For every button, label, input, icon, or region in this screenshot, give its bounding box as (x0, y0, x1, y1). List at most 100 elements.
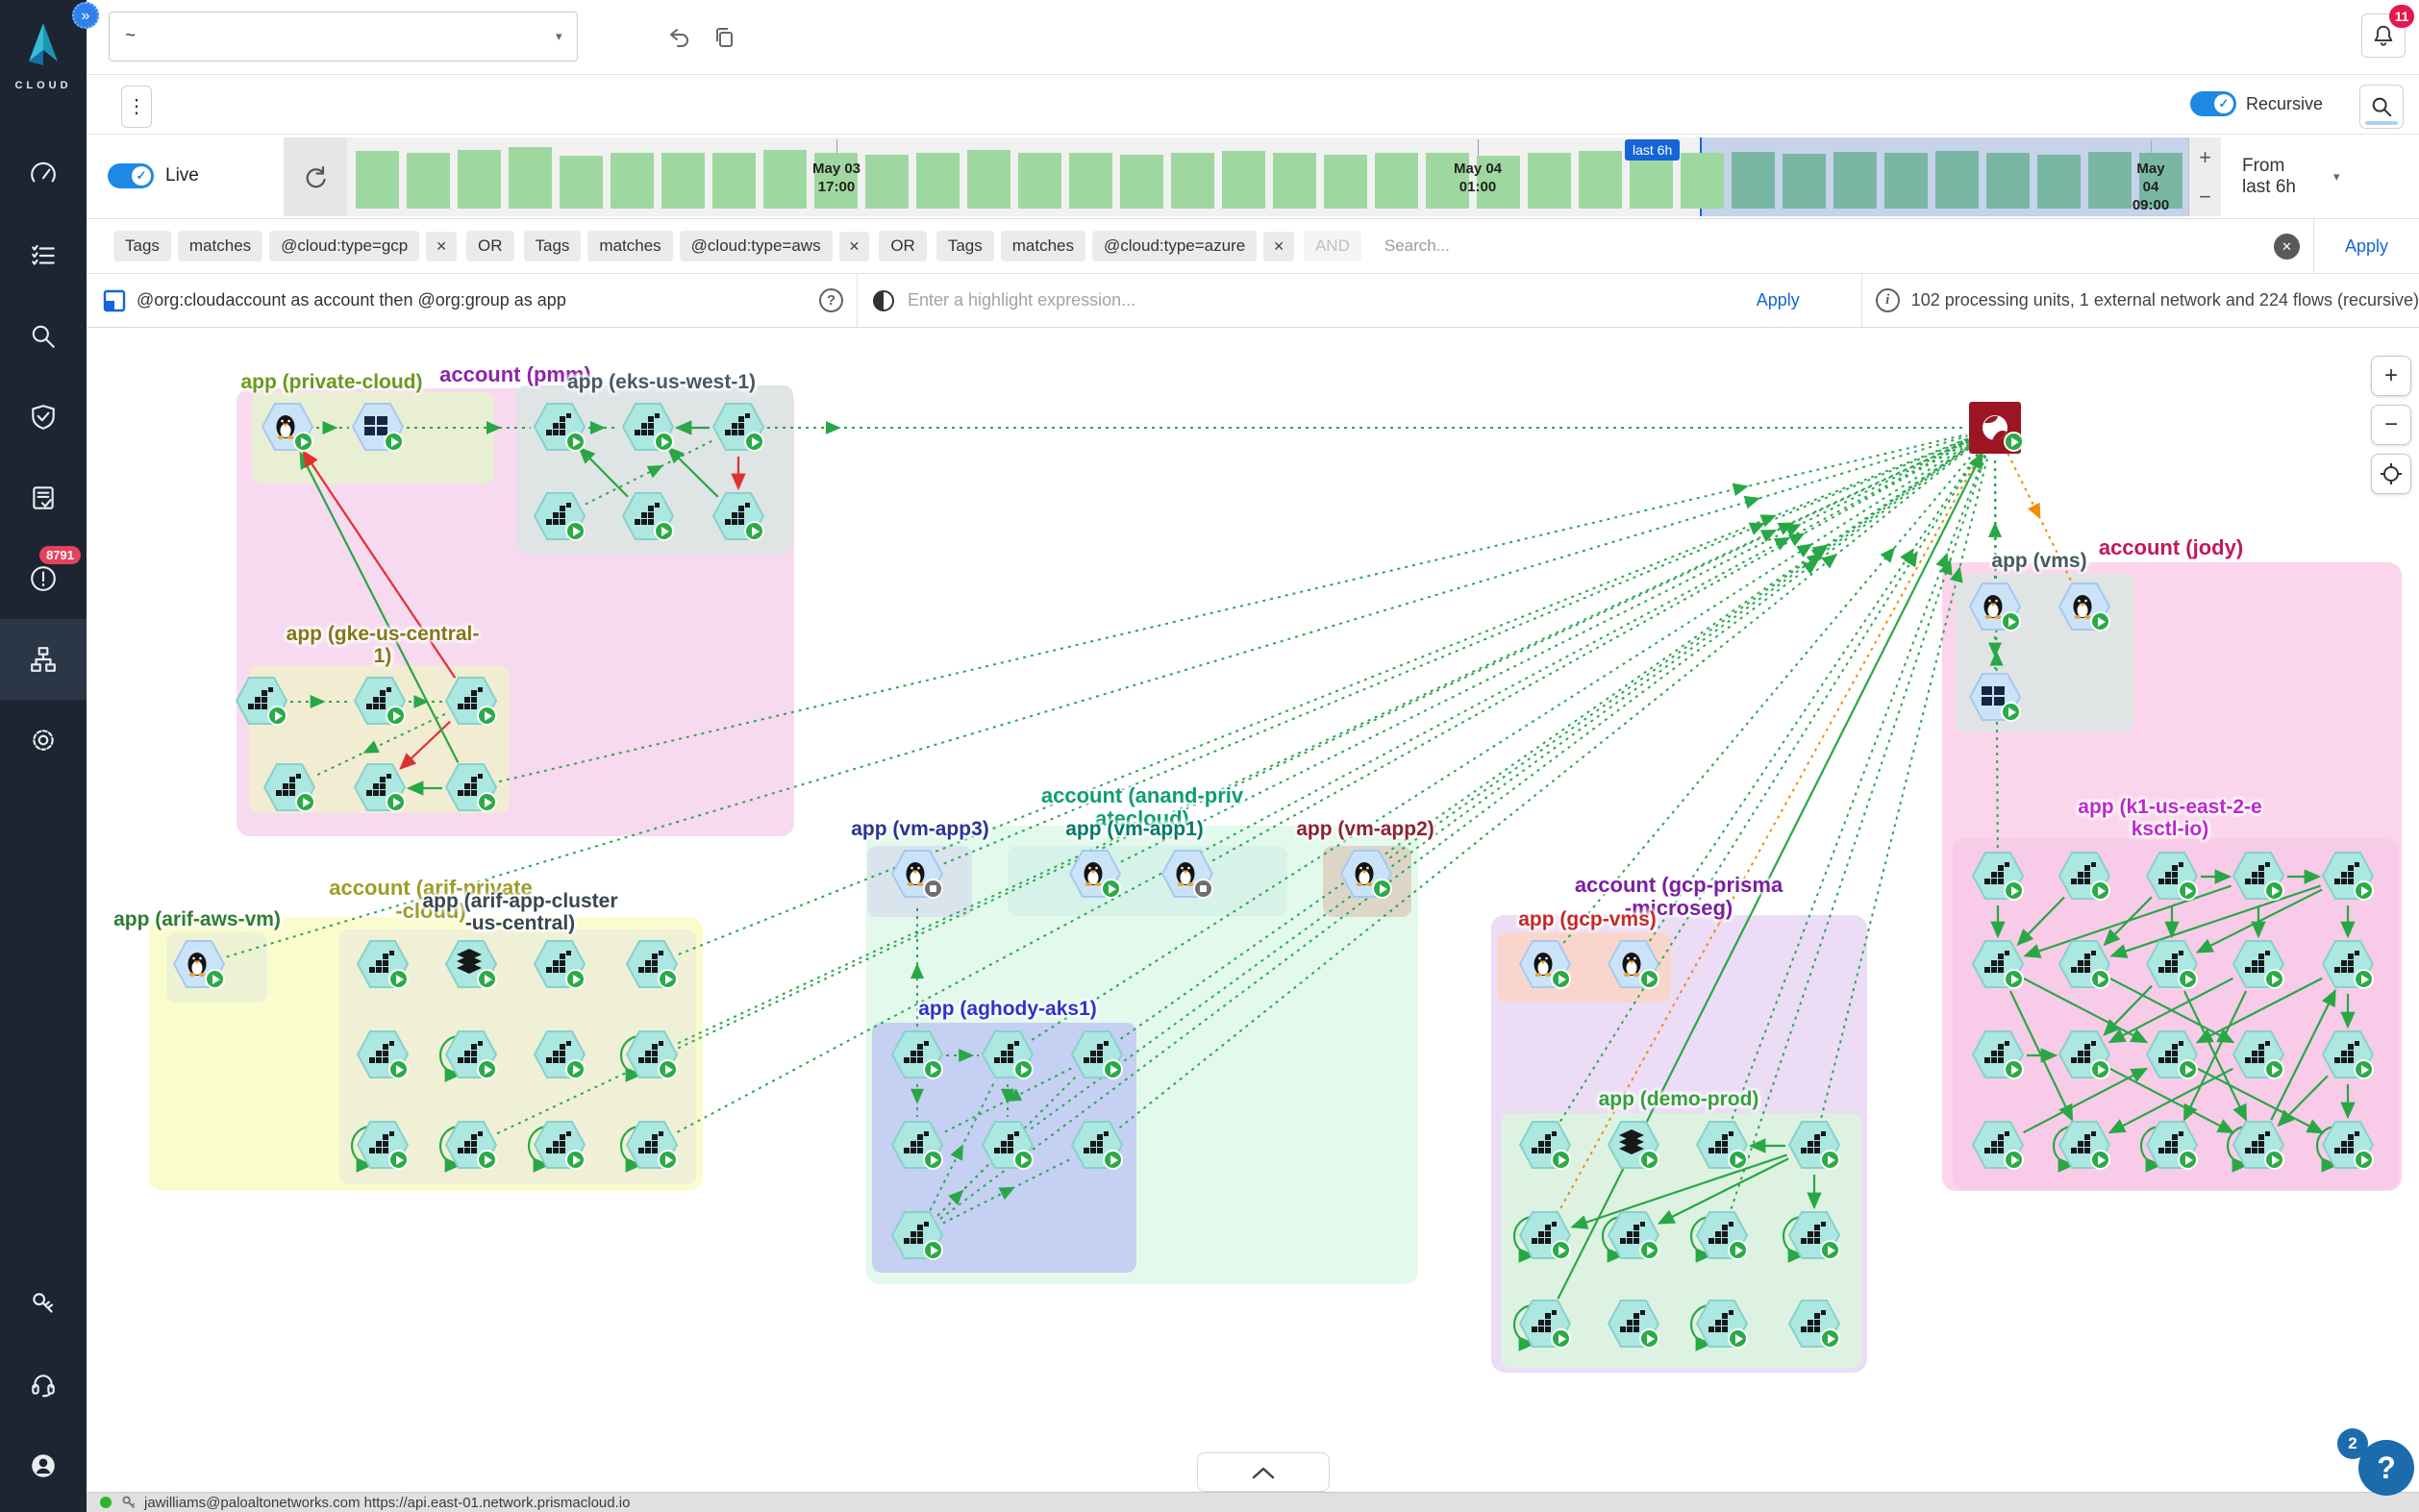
pod-node[interactable] (2319, 1120, 2377, 1172)
storage-pod-node[interactable] (442, 939, 500, 991)
linux-vm-node[interactable] (1159, 849, 1216, 901)
pod-node[interactable] (2319, 1029, 2377, 1081)
notifications-button[interactable]: 11 (2361, 13, 2406, 58)
copy-icon[interactable] (711, 25, 736, 50)
pod-node[interactable] (531, 402, 588, 454)
pod-node[interactable] (531, 491, 588, 543)
grouping-expression[interactable]: @org:cloudaccount as account then @org:g… (137, 290, 819, 310)
pod-node[interactable] (1969, 939, 2027, 991)
pod-node[interactable] (2143, 939, 2201, 991)
linux-vm-node[interactable] (170, 939, 228, 991)
remove-filter-icon[interactable]: ✕ (426, 232, 457, 261)
pod-node[interactable] (2230, 851, 2287, 903)
pod-node[interactable] (710, 402, 767, 454)
sidebar-item-inventory[interactable] (0, 215, 87, 296)
pod-node[interactable] (2056, 851, 2113, 903)
filter-value[interactable]: @cloud:type=aws (680, 231, 833, 261)
pod-node[interactable] (442, 1120, 500, 1172)
pod-node[interactable] (354, 939, 411, 991)
pod-node[interactable] (1969, 1120, 2027, 1172)
pod-node[interactable] (2056, 939, 2113, 991)
prisma-cloud-logo[interactable]: CLOUD (0, 21, 87, 91)
sidebar-item-investigate[interactable] (0, 296, 87, 377)
linux-vm-node[interactable] (888, 849, 946, 901)
filter-operator[interactable]: matches (1001, 231, 1085, 261)
bottom-panel-expand-button[interactable] (1197, 1452, 1330, 1492)
linux-vm-node[interactable] (1966, 582, 2024, 633)
pod-node[interactable] (2230, 1029, 2287, 1081)
pod-node[interactable] (442, 762, 500, 814)
help-circle-icon[interactable]: ? (819, 288, 843, 312)
sidebar-item-profile[interactable] (0, 1425, 87, 1506)
pod-node[interactable] (1785, 1210, 1843, 1262)
remove-filter-icon[interactable]: ✕ (1263, 232, 1294, 261)
timeline-zoom-in-button[interactable]: + (2189, 137, 2221, 177)
pod-node[interactable] (619, 402, 677, 454)
pod-node[interactable] (1785, 1120, 1843, 1172)
undo-icon[interactable] (667, 25, 692, 50)
linux-vm-node[interactable] (2056, 582, 2113, 633)
pod-node[interactable] (1605, 1299, 1662, 1351)
filter-operator[interactable]: matches (587, 231, 672, 261)
windows-vm-node[interactable] (1966, 672, 2024, 724)
linux-vm-node[interactable] (1516, 939, 1574, 991)
pod-node[interactable] (351, 676, 409, 728)
workspace-select-input[interactable]: ~ (109, 12, 578, 62)
filter-apply-button[interactable]: Apply (2314, 236, 2419, 257)
filter-joiner[interactable]: OR (879, 231, 927, 261)
linux-vm-node[interactable] (259, 402, 316, 454)
live-toggle[interactable]: ✓ (108, 163, 154, 188)
remove-filter-icon[interactable]: ✕ (839, 232, 870, 261)
pod-node[interactable] (233, 676, 290, 728)
filter-search-placeholder[interactable]: Search... (1384, 236, 2274, 256)
pod-node[interactable] (710, 491, 767, 543)
pod-node[interactable] (979, 1029, 1036, 1081)
storage-pod-node[interactable] (1605, 1120, 1662, 1172)
sidebar-item-support[interactable] (0, 1345, 87, 1425)
pod-node[interactable] (1068, 1029, 1126, 1081)
filter-field[interactable]: Tags (936, 231, 994, 261)
pod-node[interactable] (623, 939, 681, 991)
contrast-toggle-icon[interactable] (871, 288, 896, 313)
pod-node[interactable] (531, 1120, 588, 1172)
sidebar-item-network[interactable] (0, 619, 87, 700)
pod-node[interactable] (1605, 1210, 1662, 1262)
sidebar-item-compliance[interactable] (0, 377, 87, 458)
pod-node[interactable] (1068, 1120, 1126, 1172)
pod-node[interactable] (2319, 939, 2377, 991)
internet-node[interactable] (1969, 402, 2021, 454)
pod-node[interactable] (1969, 1029, 2027, 1081)
linux-vm-node[interactable] (1066, 849, 1124, 901)
pod-node[interactable] (354, 1029, 411, 1081)
pod-node[interactable] (1516, 1210, 1574, 1262)
sidebar-item-reports[interactable] (0, 458, 87, 538)
filter-joiner[interactable]: OR (466, 231, 514, 261)
chevron-down-icon[interactable]: ▾ (556, 13, 575, 60)
filter-field[interactable]: Tags (524, 231, 582, 261)
sidebar-item-settings[interactable] (0, 700, 87, 781)
pod-node[interactable] (261, 762, 318, 814)
pod-node[interactable] (1693, 1120, 1751, 1172)
filter-field[interactable]: Tags (113, 231, 171, 261)
network-graph-canvas[interactable] (87, 328, 2419, 1492)
pod-node[interactable] (1516, 1120, 1574, 1172)
pod-node[interactable] (979, 1120, 1036, 1172)
graph-search-button[interactable] (2359, 85, 2404, 129)
pod-node[interactable] (442, 676, 500, 728)
timeline-histogram[interactable]: last 6h May 03 17:00May 04 01:00May 04 0… (284, 137, 2188, 216)
pod-node[interactable] (2230, 1120, 2287, 1172)
canvas-zoom-out-button[interactable]: − (2371, 405, 2411, 445)
recursive-toggle[interactable]: ✓ (2190, 91, 2236, 116)
sidebar-item-dashboard[interactable] (0, 135, 87, 215)
filter-value[interactable]: @cloud:type=gcp (269, 231, 419, 261)
pod-node[interactable] (531, 939, 588, 991)
pod-node[interactable] (623, 1120, 681, 1172)
pod-node[interactable] (1516, 1299, 1574, 1351)
pod-node[interactable] (2319, 851, 2377, 903)
linux-vm-node[interactable] (1605, 939, 1662, 991)
pod-node[interactable] (354, 1120, 411, 1172)
sidebar-item-access-keys[interactable] (0, 1264, 87, 1345)
pod-node[interactable] (888, 1210, 946, 1262)
canvas-center-button[interactable] (2371, 454, 2411, 494)
timeline-zoom-out-button[interactable]: − (2189, 177, 2221, 216)
